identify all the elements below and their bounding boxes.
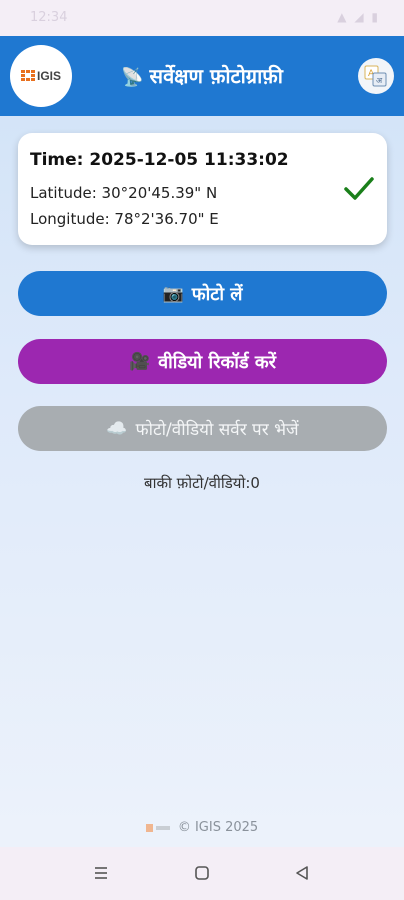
status-bar: 12:34 ▲ ◢ ▮: [0, 0, 404, 36]
record-video-button[interactable]: 🎥 वीडियो रिकॉर्ड करें: [18, 339, 387, 384]
status-time: 12:34: [30, 10, 68, 25]
camera-icon: 📷: [162, 283, 184, 304]
menu-lines-icon: [95, 867, 107, 879]
upload-label: फोटो/वीडियो सर्वर पर भेजें: [135, 420, 299, 440]
home-button[interactable]: [190, 861, 214, 885]
system-nav-bar: [0, 847, 404, 900]
footer-copyright: © IGIS 2025: [177, 820, 259, 835]
translate-icon: A अ: [364, 65, 387, 87]
longitude-value: Longitude: 78°2'36.70" E: [30, 210, 219, 228]
cloud-icon: ☁️: [106, 418, 128, 439]
recents-button[interactable]: [89, 861, 113, 885]
status-icons: ▲ ◢ ▮: [337, 10, 380, 24]
take-photo-label: फोटो लें: [191, 283, 243, 305]
footer-logo-icon: [145, 821, 170, 834]
location-card: Time: 2025-12-05 11:33:02 Latitude: 30°2…: [18, 133, 387, 245]
back-button[interactable]: [290, 861, 314, 885]
video-camera-icon: 🎥: [128, 351, 151, 372]
svg-text:अ: अ: [376, 76, 383, 85]
satellite-icon: 📡: [121, 67, 144, 88]
triangle-back-icon: [296, 866, 308, 880]
latitude-value: Latitude: 30°20'45.39" N: [30, 184, 218, 202]
page-title: 📡 सर्वेक्षण फ़ोटोग्राफ़ी: [0, 62, 404, 89]
page-title-text: सर्वेक्षण फ़ोटोग्राफ़ी: [149, 64, 283, 88]
square-home-icon: [195, 866, 209, 880]
record-video-label: वीडियो रिकॉर्ड करें: [158, 351, 277, 373]
language-button[interactable]: A अ: [358, 58, 394, 94]
upload-button[interactable]: ☁️ फोटो/वीडियो सर्वर पर भेजें: [18, 406, 387, 451]
check-icon: [344, 177, 374, 200]
footer: © IGIS 2025: [0, 820, 404, 835]
pending-count: बाकी फ़ोटो/वीडियो:0: [144, 474, 260, 492]
capture-time: Time: 2025-12-05 11:33:02: [30, 150, 289, 170]
app-header: IGIS 📡 सर्वेक्षण फ़ोटोग्राफ़ी A अ: [0, 36, 404, 116]
take-photo-button[interactable]: 📷 फोटो लें: [18, 271, 387, 316]
